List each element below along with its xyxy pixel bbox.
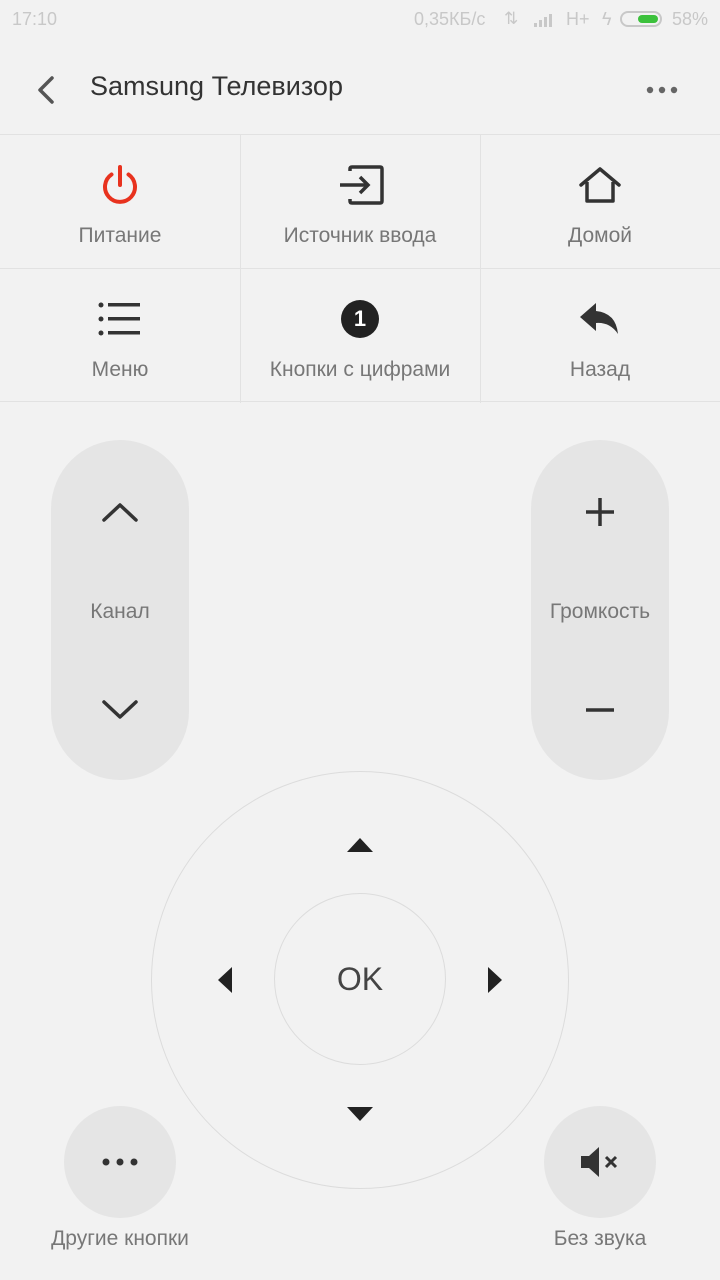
mute-speaker-icon [581,1147,618,1177]
dpad-right-button[interactable] [475,960,515,1000]
dpad-up-button[interactable] [340,825,380,865]
number-icon-text: 1 [353,306,367,331]
mute-button[interactable] [544,1106,656,1218]
input-source-button[interactable]: Источник ввода [240,135,480,269]
ok-label: OK [336,960,384,997]
chevron-left-icon [38,76,54,104]
battery-icon [620,11,662,27]
chevron-down-icon [102,700,138,719]
other-buttons-button[interactable] [64,1106,176,1218]
channel-label: Канал [90,600,150,623]
back-nav-label: Назад [569,358,631,381]
volume-down-button[interactable] [570,686,630,734]
status-time: 17:10 [12,9,58,29]
function-grid: Питание Источник ввода Домой Меню 1 Кноп… [0,134,720,403]
status-bar: 17:10 0,35КБ/с ⇅ H+ ϟ 58% [0,0,720,40]
mute-label: Без звука [553,1227,647,1250]
home-icon [579,167,621,203]
power-icon [103,165,137,204]
number-buttons-button[interactable]: 1 Кнопки с цифрами [240,269,480,403]
signal-icon [534,11,556,32]
home-button[interactable]: Домой [480,135,720,269]
number-buttons-label: Кнопки с цифрами [269,358,451,381]
dpad-left-button[interactable] [205,960,245,1000]
charging-icon: ϟ [602,9,612,29]
back-nav-button[interactable]: Назад [480,269,720,403]
channel-down-button[interactable] [90,686,150,734]
plus-icon [586,498,614,526]
minus-icon [586,708,614,712]
dpad-down-button[interactable] [340,1094,380,1134]
input-source-label: Источник ввода [283,224,437,247]
input-source-icon [340,165,384,205]
volume-label: Громкость [549,600,651,623]
channel-control: Канал [51,440,189,780]
menu-list-icon [98,302,140,336]
ok-button[interactable]: OK [274,893,446,1065]
back-button[interactable] [22,66,70,114]
menu-label: Меню [91,358,149,381]
network-type: H+ [566,9,590,29]
chevron-up-icon [102,503,138,522]
triangle-left-icon [218,967,232,993]
volume-control: Громкость [531,440,669,780]
network-speed: 0,35КБ/с [414,9,486,29]
reply-back-icon [580,303,618,334]
home-label: Домой [568,224,632,247]
battery-fill [638,15,658,23]
power-button[interactable]: Питание [0,135,240,269]
triangle-down-icon [347,1107,373,1121]
menu-button[interactable]: Меню [0,269,240,403]
volume-up-button[interactable] [570,488,630,536]
data-transfer-icon: ⇅ [504,9,519,28]
triangle-up-icon [347,838,373,852]
power-label: Питание [78,224,162,247]
header: Samsung Телевизор [0,40,720,134]
channel-up-button[interactable] [90,488,150,536]
more-dots-icon [102,1158,138,1166]
number-one-icon: 1 [341,300,379,338]
more-options-button[interactable] [632,66,692,114]
more-dots-icon [646,86,678,94]
battery-percent: 58% [672,9,709,29]
triangle-right-icon [488,967,502,993]
other-buttons-label: Другие кнопки [51,1227,189,1250]
page-title: Samsung Телевизор [90,71,343,101]
